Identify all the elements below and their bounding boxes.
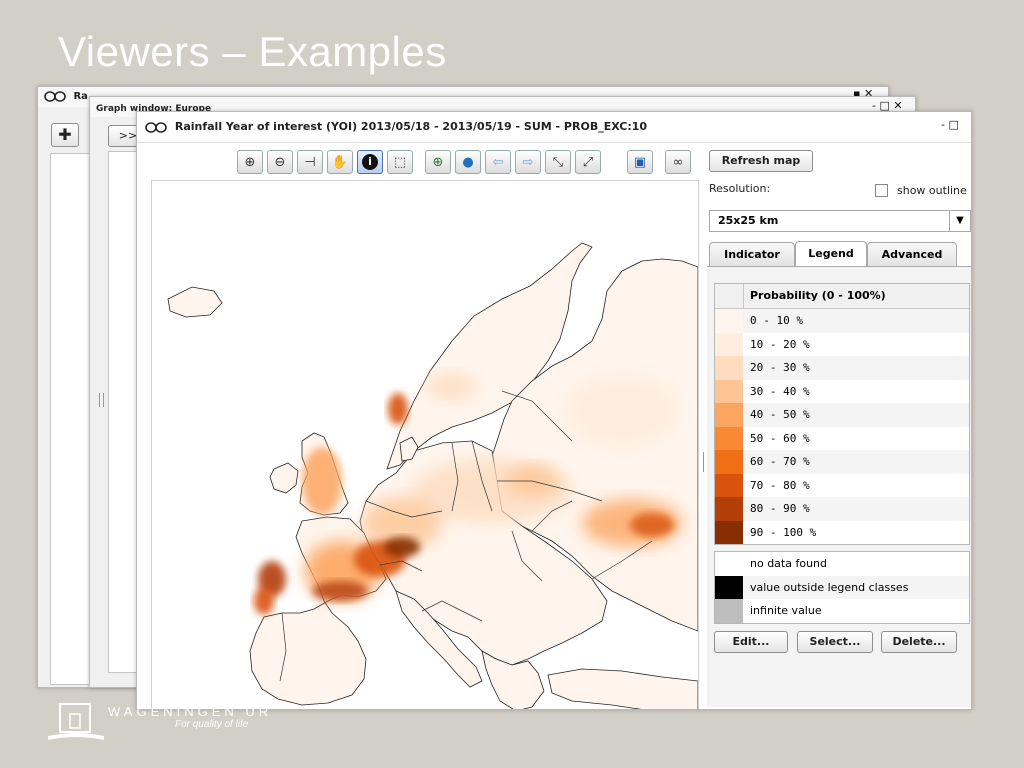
legend-row[interactable]: 90 - 100 % <box>715 520 969 544</box>
legend-swatch <box>715 497 743 521</box>
legend-swatch <box>715 450 743 474</box>
add-chart-icon: ✚ <box>58 125 72 144</box>
expand-icon: ⤢ <box>582 154 594 170</box>
legend-row[interactable]: 60 - 70 % <box>715 450 969 474</box>
legend-row[interactable]: 80 - 90 % <box>715 497 969 521</box>
special-row[interactable]: value outside legend classes <box>715 575 969 599</box>
select-area-icon: ⬚ <box>393 154 407 170</box>
back-button[interactable]: ⇦ <box>485 150 511 174</box>
zoom-out-button[interactable]: ⊖ <box>267 150 293 174</box>
save-icon: ▣ <box>633 154 647 170</box>
legend-swatch <box>715 379 743 403</box>
special-row[interactable]: infinite value <box>715 599 969 623</box>
zoom-out-icon: ⊖ <box>274 154 286 170</box>
zoom-in-icon: ⊕ <box>244 154 256 170</box>
special-row[interactable]: no data found <box>715 552 969 576</box>
legend-swatch <box>715 473 743 497</box>
wageningen-logo-icon <box>48 703 104 740</box>
zoom-region-icon: ⊕ <box>432 154 444 170</box>
special-swatch <box>715 575 743 599</box>
brand-tagline: For quality of life <box>175 719 249 730</box>
add-chart-button[interactable]: ✚ <box>51 123 79 147</box>
forward-button[interactable]: ⇨ <box>515 150 541 174</box>
back-arrow-icon: ⇦ <box>492 154 504 170</box>
delete-button[interactable]: Delete... <box>881 631 957 653</box>
shrink-button[interactable]: ⤡ <box>545 150 571 174</box>
refresh-map-button[interactable]: Refresh map <box>709 150 813 172</box>
map-canvas[interactable] <box>151 180 699 710</box>
app-logo-icon <box>44 90 66 102</box>
chevron-down-icon: ▼ <box>949 211 970 231</box>
brand-name: WAGENINGEN UR <box>108 704 273 719</box>
legend-row[interactable]: 0 - 10 % <box>715 309 969 333</box>
map-window[interactable]: Rainfall Year of interest (YOI) 2013/05/… <box>136 111 972 710</box>
special-values-table: no data found value outside legend class… <box>714 551 970 624</box>
legend-swatch <box>715 356 743 380</box>
legend-swatch <box>715 403 743 427</box>
legend-table: Probability (0 - 100%) 0 - 10 % 10 - 20 … <box>714 283 970 545</box>
edit-button[interactable]: Edit... <box>714 631 788 653</box>
forward-arrow-icon: ⇨ <box>522 154 534 170</box>
background-window-panel <box>50 153 92 685</box>
app-logo-icon <box>145 121 167 133</box>
select-area-button[interactable]: ⬚ <box>387 150 413 174</box>
tab-advanced[interactable]: Advanced <box>867 242 957 266</box>
show-outline-label: show outline <box>897 184 967 197</box>
legend-row[interactable]: 70 - 80 % <box>715 473 969 497</box>
save-button[interactable]: ▣ <box>627 150 653 174</box>
map-window-controls[interactable]: - □ <box>941 118 959 131</box>
legend-swatch <box>715 332 743 356</box>
shrink-icon: ⤡ <box>552 154 564 170</box>
legend-row[interactable]: 40 - 50 % <box>715 403 969 427</box>
legend-row[interactable]: 20 - 30 % <box>715 356 969 380</box>
legend-header: Probability (0 - 100%) <box>715 284 969 309</box>
resolution-label: Resolution: <box>709 182 771 195</box>
info-button[interactable]: i <box>357 150 383 174</box>
expand-map-button[interactable]: ⤢ <box>575 150 601 174</box>
globe-button[interactable]: ● <box>455 150 481 174</box>
legend-header-swatch <box>715 284 744 308</box>
europe-map[interactable] <box>152 181 698 710</box>
tab-legend[interactable]: Legend <box>795 241 867 267</box>
zoom-in-button[interactable]: ⊕ <box>237 150 263 174</box>
legend-row[interactable]: 50 - 60 % <box>715 426 969 450</box>
measure-button[interactable]: ⊣ <box>297 150 323 174</box>
legend-swatch <box>715 520 743 544</box>
settings-panel: Refresh map Resolution: show outline 25x… <box>707 148 971 708</box>
app-logo-button[interactable]: ∞ <box>665 150 691 174</box>
resolution-select[interactable]: 25x25 km ▼ <box>709 210 971 232</box>
special-swatch <box>715 552 743 576</box>
globe-icon: ● <box>462 154 474 170</box>
legend-swatch <box>715 309 743 333</box>
legend-swatch <box>715 426 743 450</box>
zoom-region-button[interactable]: ⊕ <box>425 150 451 174</box>
app-logo-icon: ∞ <box>672 154 684 170</box>
legend-row[interactable]: 30 - 40 % <box>715 379 969 403</box>
pan-button[interactable]: ✋ <box>327 150 353 174</box>
measure-icon: ⊣ <box>304 154 316 170</box>
legend-panel: Probability (0 - 100%) 0 - 10 % 10 - 20 … <box>707 266 971 707</box>
graph-window-splitter[interactable] <box>99 393 104 407</box>
tab-indicator[interactable]: Indicator <box>709 242 795 266</box>
map-window-title: Rainfall Year of interest (YOI) 2013/05/… <box>137 112 971 143</box>
legend-row[interactable]: 10 - 20 % <box>715 332 969 356</box>
show-outline-checkbox[interactable] <box>875 184 888 197</box>
special-swatch <box>715 599 743 623</box>
select-button[interactable]: Select... <box>797 631 873 653</box>
info-icon: i <box>362 154 378 170</box>
slide-title: Viewers – Examples <box>58 28 447 75</box>
pan-hand-icon: ✋ <box>331 154 349 170</box>
resolution-value: 25x25 km <box>718 214 779 227</box>
